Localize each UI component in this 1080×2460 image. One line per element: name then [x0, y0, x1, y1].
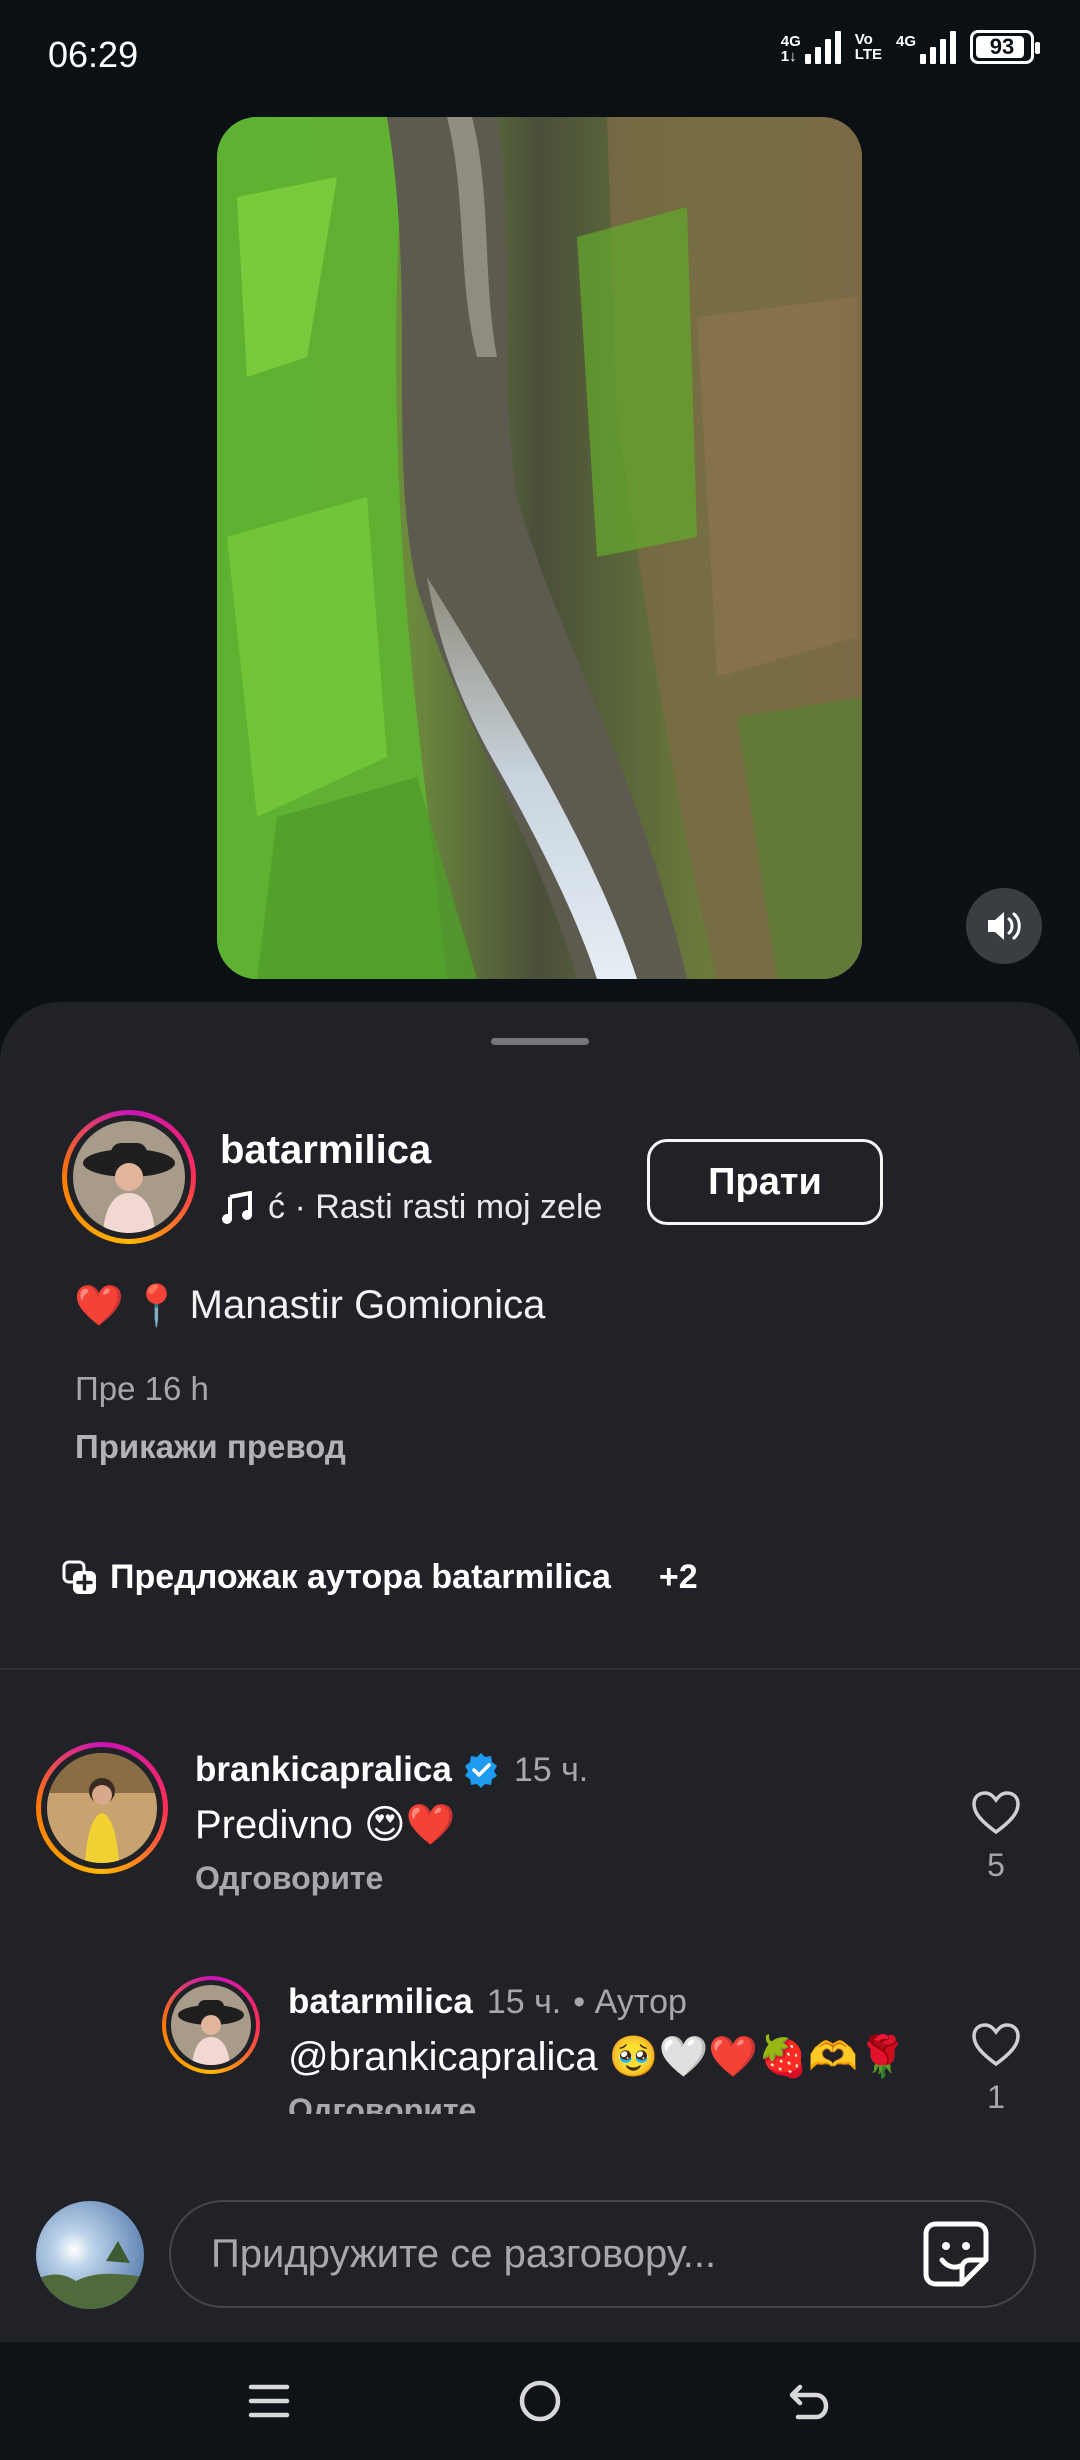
author-avatar-image — [73, 1121, 185, 1233]
comment-like[interactable]: 5 — [966, 1790, 1026, 1884]
author-row: batarmilica ć · Rasti rasti moj zele Пра… — [62, 1110, 1022, 1250]
comment-text: @brankicapralica 🥹🤍❤️🍓🫶🌹 — [288, 2035, 908, 2079]
reel-video[interactable] — [217, 117, 862, 979]
comment-input[interactable] — [211, 2202, 911, 2306]
net1-label: 4G — [780, 33, 801, 50]
reply-button[interactable]: Одговорите — [195, 1860, 895, 1897]
sticker-button[interactable] — [922, 2220, 990, 2288]
comments-sheet: batarmilica ć · Rasti rasti moj zele Пра… — [0, 1002, 1080, 2342]
template-link[interactable]: Предложак аутора batarmilica +2 — [62, 1558, 698, 1597]
battery-icon: 93 — [970, 30, 1040, 64]
reply-item: batarmilica 15 ч. • Аутор @brankicaprali… — [288, 1982, 928, 2114]
commenter-avatar-image — [47, 1753, 157, 1863]
battery-percent: 93 — [989, 34, 1015, 59]
my-avatar-image — [36, 2201, 144, 2309]
follow-button[interactable]: Прати — [647, 1139, 883, 1225]
template-plus: +2 — [658, 1558, 698, 1596]
back-button[interactable] — [782, 2374, 836, 2428]
like-count: 5 — [987, 1847, 1005, 1883]
comment-time: 15 ч. — [486, 1982, 562, 2021]
heart-icon — [972, 1791, 1020, 1835]
speaker-icon — [988, 912, 1021, 940]
heart-emoji: ❤️ — [74, 1284, 124, 1328]
recents-button[interactable] — [242, 2374, 296, 2428]
show-translation-button[interactable]: Прикажи превод — [75, 1428, 346, 1466]
heart-icon — [972, 2023, 1020, 2067]
home-button[interactable] — [513, 2374, 567, 2428]
comment-composer — [0, 2180, 1080, 2340]
system-nav-bar — [0, 2342, 1080, 2460]
verified-badge-icon — [464, 1753, 497, 1788]
menu-icon — [248, 2384, 290, 2418]
comment-input-wrapper — [169, 2200, 1036, 2308]
post-caption: ❤️ 📍 Manastir Gomionica — [74, 1282, 545, 1329]
signal-icon — [804, 30, 841, 64]
caption-location: Manastir Gomionica — [189, 1283, 546, 1327]
back-icon — [789, 2384, 829, 2420]
template-icon — [62, 1560, 96, 1594]
comment-item: brankicapralica 15 ч. Predivno 😍❤️ Одгов… — [195, 1750, 895, 1897]
commenter-avatar[interactable] — [36, 1742, 168, 1874]
divider — [0, 1668, 1080, 1670]
net3-label: 4G — [895, 33, 916, 50]
signal-icon — [920, 30, 956, 64]
template-label: Предложак аутора batarmilica — [110, 1558, 611, 1596]
status-icons: 4G 1↓ Vo LTE 4G 93 — [781, 30, 1040, 64]
audio-track[interactable]: ć · Rasti rasti moj zele — [220, 1188, 680, 1227]
net1-sub: 1↓ — [780, 48, 797, 65]
comment-like[interactable]: 1 — [966, 2022, 1026, 2116]
network-4g-1: 4G 1↓ — [781, 30, 841, 64]
comment-username[interactable]: brankicapralica — [195, 1750, 452, 1790]
waterfall-image — [217, 117, 862, 979]
my-avatar — [36, 2201, 144, 2309]
reply-avatar-image — [171, 1985, 251, 2065]
author-username[interactable]: batarmilica — [220, 1128, 431, 1173]
like-count: 1 — [987, 2079, 1005, 2115]
net2-label: Vo — [854, 31, 873, 48]
sticker-icon — [923, 2221, 989, 2287]
reply-author-avatar[interactable] — [162, 1976, 260, 2074]
home-circle-icon — [519, 2380, 561, 2422]
pin-emoji: 📍 — [131, 1284, 182, 1328]
comment-time: 15 ч. — [513, 1750, 589, 1789]
comment-text: Predivno 😍❤️ — [195, 1803, 456, 1847]
sound-button[interactable] — [966, 888, 1042, 964]
clock: 06:29 — [48, 34, 139, 75]
network-4g-2: 4G — [896, 30, 956, 64]
net2-sub: LTE — [854, 46, 882, 63]
reply-button[interactable]: Одговорите — [288, 2092, 928, 2114]
post-time: Пре 16 h — [75, 1370, 209, 1407]
comment-username[interactable]: batarmilica — [288, 1982, 473, 2022]
author-avatar[interactable] — [62, 1110, 196, 1244]
music-note-icon — [222, 1190, 252, 1224]
network-volte: Vo LTE — [855, 32, 882, 62]
author-tag: • Аутор — [573, 1982, 687, 2021]
drag-handle[interactable] — [491, 1038, 589, 1045]
status-bar: 06:29 4G 1↓ Vo LTE 4G 93 — [0, 0, 1080, 110]
audio-title: ć · Rasti rasti moj zele — [268, 1188, 603, 1226]
